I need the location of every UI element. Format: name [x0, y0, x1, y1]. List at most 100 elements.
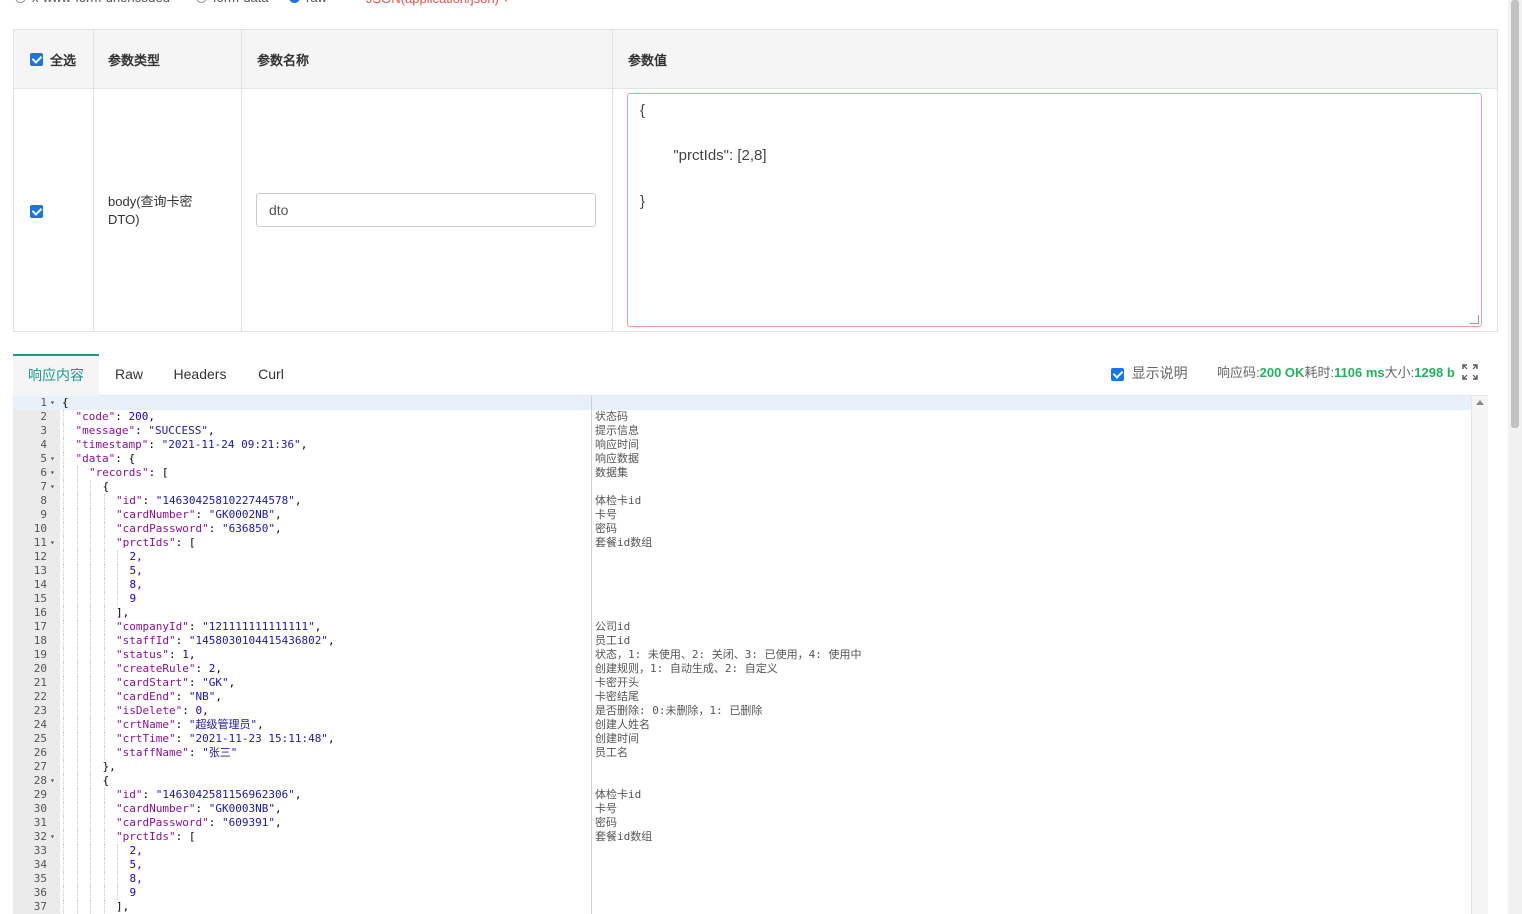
json-key: "cardPassword" [116, 522, 209, 535]
indent-guide [63, 816, 64, 830]
line-number: 18 [33, 634, 47, 647]
content-type-dropdown[interactable]: JSON(application/json) ▾ [366, 0, 509, 6]
tab-headers[interactable]: Headers [163, 354, 237, 395]
line-number: 9 [40, 508, 47, 521]
indent-guide [103, 816, 105, 830]
param-name-input[interactable]: dto [256, 193, 596, 227]
indent-guide [76, 900, 78, 914]
json-value: "2021-11-24 09:21:36" [161, 438, 301, 451]
show-desc-toggle[interactable]: 显示说明 [1111, 363, 1188, 383]
indent-guide [63, 606, 64, 620]
json-key: "staffName" [116, 746, 189, 759]
code-line: 37], [13, 900, 1473, 914]
json-key: "prctIds" [116, 536, 176, 549]
indent-guide [90, 690, 91, 704]
json-value: [ [188, 830, 196, 843]
indent-guide [63, 844, 64, 858]
description-divider [591, 396, 592, 914]
json-key: "id" [116, 788, 143, 801]
select-all[interactable]: 全选 [30, 30, 76, 88]
tab-raw[interactable]: Raw [103, 354, 155, 395]
line-number: 29 [33, 788, 47, 801]
radio-icon[interactable] [196, 0, 207, 3]
indent-guide [117, 858, 118, 872]
code-line: 34 5, [13, 858, 1473, 872]
indent-guide [103, 508, 105, 522]
radio-icon[interactable] [15, 0, 26, 3]
indent-guide [90, 718, 91, 732]
header-param-type: 参数类型 [108, 52, 161, 68]
radio-raw[interactable]: raw [289, 0, 327, 5]
json-colon: : [175, 718, 189, 731]
json-colon: : [195, 802, 209, 815]
indent-guide [63, 480, 64, 494]
page-scrollbar[interactable] [1508, 0, 1522, 914]
indent-guide [63, 592, 64, 606]
indent-guide [63, 662, 64, 676]
param-value-textarea[interactable]: { "prctIds": [2,8] } [627, 93, 1482, 327]
code-text: 9 [130, 592, 137, 606]
fold-toggle-icon[interactable]: ▾ [50, 536, 55, 550]
json-token: 5, [129, 858, 143, 871]
fold-toggle-icon[interactable]: ▾ [50, 396, 55, 410]
json-value: "636850" [221, 522, 275, 535]
code-text: ], [116, 606, 129, 620]
time-label: 耗时: [1304, 365, 1335, 380]
code-text: 8, [130, 872, 143, 886]
code-text: 5, [130, 564, 143, 578]
fold-toggle-icon[interactable]: ▾ [50, 830, 55, 844]
json-token: { [102, 480, 110, 493]
code-text: "prctIds": [ [116, 536, 195, 550]
indent-guide [103, 522, 105, 536]
scroll-up-icon[interactable] [1476, 400, 1484, 405]
tab-response-content[interactable]: 响应内容 [13, 354, 99, 396]
field-description: 体检卡id [595, 494, 642, 507]
select-all-checkbox[interactable] [30, 52, 43, 66]
json-comma: , [274, 508, 282, 521]
editor-scrollbar[interactable] [1471, 396, 1488, 914]
indent-guide [90, 830, 91, 844]
param-type-value: body(查询卡密DTO) [108, 194, 193, 227]
resize-handle-icon[interactable] [1470, 315, 1479, 324]
json-colon: : [208, 522, 222, 535]
line-number: 19 [33, 648, 47, 661]
json-colon: : [115, 452, 129, 465]
indent-guide [117, 872, 118, 886]
fold-toggle-icon[interactable]: ▾ [50, 774, 55, 788]
radio-icon[interactable] [289, 0, 300, 3]
field-description: 创建规则，1: 自动生成、2: 自定义 [595, 662, 778, 675]
indent-guide [76, 662, 78, 676]
indent-guide [90, 634, 91, 648]
indent-guide [63, 690, 64, 704]
fold-toggle-icon[interactable]: ▾ [50, 480, 55, 494]
json-colon: : [195, 508, 209, 521]
json-token: 8, [129, 872, 143, 885]
fold-toggle-icon[interactable]: ▾ [50, 466, 55, 480]
indent-guide [103, 550, 105, 564]
show-desc-checkbox[interactable] [1111, 368, 1124, 382]
indent-guide [103, 592, 105, 606]
field-description: 卡密结尾 [595, 690, 639, 703]
response-code-editor[interactable]: 1 ▾{2 "code": 200, 状态码 3 "message": "SUCCESS"… [13, 396, 1488, 914]
line-number: 25 [33, 732, 47, 745]
indent-guide [63, 872, 64, 886]
radio-form-data[interactable]: form-data [196, 0, 269, 5]
indent-guide [63, 886, 64, 900]
json-colon: : [175, 732, 189, 745]
code-line: 23 "isDelete": 0, 是否删除: 0:未删除，1: 已删除 [13, 704, 1473, 718]
indent-guide [76, 746, 78, 760]
row-checkbox[interactable] [30, 205, 43, 218]
json-key: "status" [116, 648, 169, 661]
indent-guide [90, 816, 91, 830]
code-text: 8, [130, 578, 143, 592]
fold-toggle-icon[interactable]: ▾ [50, 452, 55, 466]
json-value: "2021-11-23 15:11:48" [188, 732, 328, 745]
code-text: "message": "SUCCESS", [76, 424, 215, 438]
indent-guide [90, 704, 91, 718]
line-number: 20 [33, 662, 47, 675]
page-scrollbar-thumb[interactable] [1511, 0, 1519, 428]
tab-curl[interactable]: Curl [245, 354, 297, 395]
radio-urlencoded[interactable]: x-www-form-urlencoded [15, 0, 170, 5]
fullscreen-icon[interactable] [1462, 364, 1478, 380]
indent-guide [90, 522, 91, 536]
